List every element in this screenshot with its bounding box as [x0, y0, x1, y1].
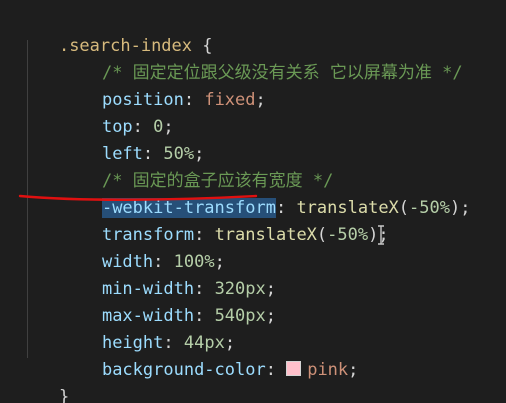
code-line-close[interactable]: }	[18, 357, 69, 403]
code-line-position[interactable]: position: fixed;	[61, 60, 266, 110]
code-line-webkit-transform[interactable]: -webkit-transform: translateX(-50%);	[61, 168, 471, 218]
close-brace: }	[58, 386, 70, 403]
code-line-min-width[interactable]: min-width: 320px;	[61, 249, 276, 299]
property-value: pink	[307, 359, 349, 380]
function-name: translateX	[214, 224, 317, 245]
code-line-selector[interactable]: .search-index {	[18, 6, 213, 56]
color-swatch[interactable]	[286, 360, 302, 376]
code-line-comment-2[interactable]: /* 固定的盒子应该有宽度 */	[61, 141, 333, 191]
text-cursor-icon	[378, 225, 384, 245]
property-unit: %	[439, 197, 451, 218]
property-number: -50	[327, 224, 358, 245]
property-number: -50	[409, 197, 440, 218]
code-editor[interactable]: .search-index { /* 固定定位跟父级没有关系 它以屏幕为准 */…	[0, 0, 506, 403]
property-value: fixed	[204, 89, 256, 110]
property-name: background-color	[101, 359, 266, 380]
code-line-transform[interactable]: transform: translateX(-50%);	[61, 195, 389, 245]
code-line-max-width[interactable]: max-width: 540px;	[61, 276, 276, 326]
property-unit: %	[357, 224, 369, 245]
code-line-height[interactable]: height: 44px;	[61, 303, 235, 353]
code-line-background-color[interactable]: background-color: pink;	[61, 330, 358, 380]
code-line-left[interactable]: left: 50%;	[61, 114, 204, 164]
indent-guide	[27, 40, 28, 358]
property-unit: px	[245, 305, 266, 326]
code-line-width[interactable]: width: 100%;	[61, 222, 225, 272]
code-line-comment-1[interactable]: /* 固定定位跟父级没有关系 它以屏幕为准 */	[61, 33, 463, 83]
code-line-top[interactable]: top: 0;	[61, 87, 174, 137]
